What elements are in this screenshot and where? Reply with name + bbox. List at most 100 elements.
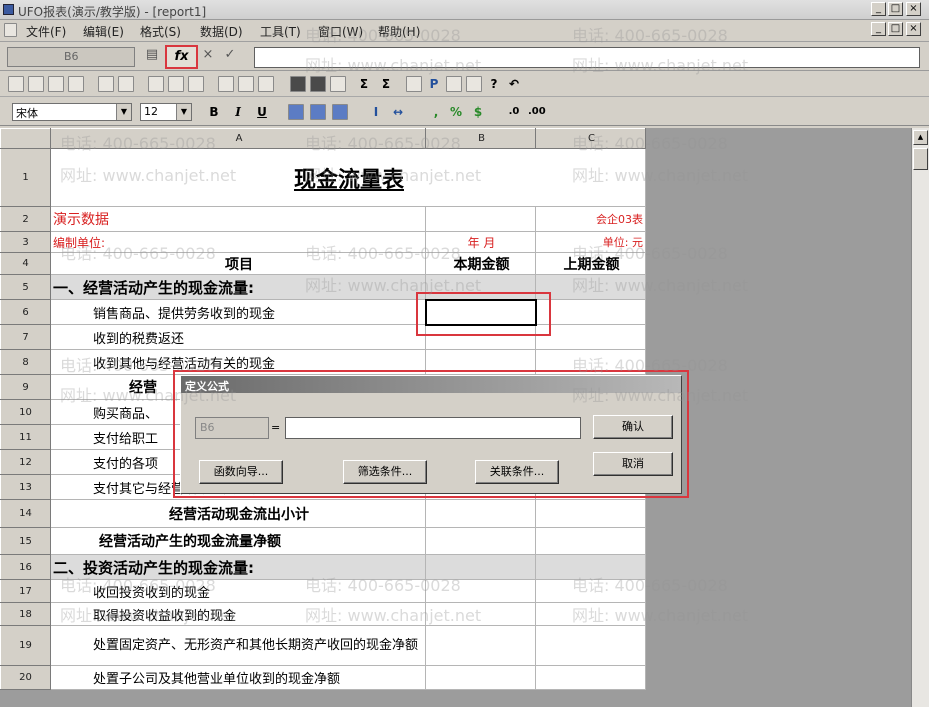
save-icon[interactable] [48, 76, 64, 92]
form-code[interactable]: 会企03表 [535, 206, 646, 232]
row-header[interactable]: 9 [0, 374, 51, 400]
table-cell[interactable] [535, 579, 646, 603]
cut-icon[interactable] [148, 76, 164, 92]
align-right-icon[interactable] [332, 104, 348, 120]
row-header[interactable]: 20 [0, 665, 51, 690]
table-cell[interactable] [535, 665, 646, 690]
table-cell[interactable]: 销售商品、提供劳务收到的现金 [50, 299, 426, 325]
table-cell[interactable]: 一、经营活动产生的现金流量: [50, 274, 426, 300]
table-cell[interactable]: 处置子公司及其他营业单位收到的现金净额 [50, 665, 426, 690]
grid-lines-icon[interactable] [310, 76, 326, 92]
table-cell[interactable] [535, 274, 646, 300]
row-header[interactable]: 16 [0, 554, 51, 580]
table-cell[interactable] [535, 499, 646, 528]
sum-row-icon[interactable]: Σ [378, 76, 394, 92]
size-dropdown-icon[interactable]: ▼ [176, 104, 191, 120]
table-cell[interactable] [425, 665, 536, 690]
table-cell[interactable] [425, 499, 536, 528]
maximize-button[interactable]: □ [888, 2, 903, 16]
row-header[interactable]: 18 [0, 602, 51, 626]
table-cell[interactable] [425, 206, 536, 232]
doc-close-button[interactable]: × [906, 22, 921, 36]
minimize-button[interactable]: _ [871, 2, 886, 16]
header-item[interactable]: 项目 [50, 252, 426, 275]
column-header-c[interactable]: C [535, 128, 646, 149]
bold-button[interactable]: B [206, 104, 222, 120]
copy-icon[interactable] [168, 76, 184, 92]
align-left-icon[interactable] [288, 104, 304, 120]
demo-data-label[interactable]: 演示数据 [50, 206, 426, 232]
table-cell[interactable] [535, 625, 646, 666]
vertical-scrollbar[interactable]: ▲ [911, 128, 929, 707]
column-header-b[interactable]: B [425, 128, 536, 149]
row-header[interactable]: 6 [0, 299, 51, 325]
table-cell[interactable] [535, 324, 646, 350]
vertical-align-icon[interactable]: I [368, 104, 384, 120]
sum-icon[interactable]: Σ [356, 76, 372, 92]
row-header[interactable]: 17 [0, 579, 51, 603]
row-header[interactable]: 15 [0, 527, 51, 555]
comma-icon[interactable]: , [428, 104, 444, 120]
table-cell[interactable]: 处置固定资产、无形资产和其他长期资产收回的现金净额 [50, 625, 426, 666]
save-disk-icon[interactable] [68, 76, 84, 92]
row-header[interactable]: 10 [0, 399, 51, 425]
currency-icon[interactable]: $ [470, 104, 486, 120]
row-header[interactable]: 8 [0, 349, 51, 375]
property-icon[interactable]: P [426, 76, 442, 92]
column-header-a[interactable]: A [50, 128, 426, 149]
chart-icon[interactable] [406, 76, 422, 92]
align-center-icon[interactable] [310, 104, 326, 120]
paste-icon[interactable] [188, 76, 204, 92]
table-cell[interactable] [535, 527, 646, 555]
function-wizard-button[interactable]: 函数向导... [199, 460, 283, 484]
format-painter-icon[interactable] [218, 76, 234, 92]
filter-condition-button[interactable]: 筛选条件... [343, 460, 427, 484]
grid-icon[interactable]: ▤ [144, 47, 160, 65]
row-header[interactable]: 11 [0, 424, 51, 450]
font-select[interactable]: 宋体 ▼ [12, 103, 132, 121]
report-title[interactable]: 现金流量表 [50, 148, 646, 207]
relation-condition-button[interactable]: 关联条件... [475, 460, 559, 484]
accept-formula-icon[interactable]: ✓ [222, 47, 238, 65]
table-cell[interactable] [425, 554, 536, 580]
row-header[interactable]: 13 [0, 474, 51, 500]
row-header[interactable]: 12 [0, 449, 51, 475]
table-cell[interactable]: 收回投资收到的现金 [50, 579, 426, 603]
italic-button[interactable]: I [230, 104, 246, 120]
year-month[interactable]: 年 月 [425, 231, 536, 253]
table-cell[interactable] [535, 602, 646, 626]
new-file-icon[interactable] [8, 76, 24, 92]
currency-unit[interactable]: 单位: 元 [535, 231, 646, 253]
table-cell[interactable] [535, 554, 646, 580]
header-prior[interactable]: 上期金额 [535, 252, 646, 275]
print-icon[interactable] [118, 76, 134, 92]
cancel-button[interactable]: 取消 [593, 452, 673, 476]
table-cell[interactable] [425, 527, 536, 555]
find-icon[interactable] [330, 76, 346, 92]
undo-icon[interactable]: ↶ [506, 76, 522, 92]
doc-icon[interactable] [4, 23, 17, 37]
print-preview-icon[interactable] [98, 76, 114, 92]
font-dropdown-icon[interactable]: ▼ [116, 104, 131, 120]
table-cell[interactable] [425, 625, 536, 666]
menu-edit[interactable]: 编辑(E) [83, 23, 124, 40]
formula-input[interactable] [254, 47, 920, 68]
row-header[interactable]: 19 [0, 625, 51, 666]
table-cell[interactable]: 收到的税费返还 [50, 324, 426, 350]
table-cell[interactable] [535, 299, 646, 325]
table-icon[interactable] [290, 76, 306, 92]
menu-window[interactable]: 窗口(W) [318, 23, 363, 40]
menu-format[interactable]: 格式(S) [140, 23, 181, 40]
menu-file[interactable]: 文件(F) [26, 23, 66, 40]
close-button[interactable]: × [906, 2, 921, 16]
confirm-button[interactable]: 确认 [593, 415, 673, 439]
table-cell[interactable]: 经营活动现金流出小计 [50, 499, 426, 528]
log-icon[interactable] [466, 76, 482, 92]
function-icon[interactable] [446, 76, 462, 92]
table-cell[interactable]: 经营活动产生的现金流量净额 [50, 527, 426, 555]
doc-minimize-button[interactable]: _ [871, 22, 886, 36]
row-header[interactable]: 4 [0, 252, 51, 275]
open-folder-icon[interactable] [28, 76, 44, 92]
row-header[interactable]: 3 [0, 231, 51, 253]
scroll-thumb[interactable] [913, 148, 928, 170]
